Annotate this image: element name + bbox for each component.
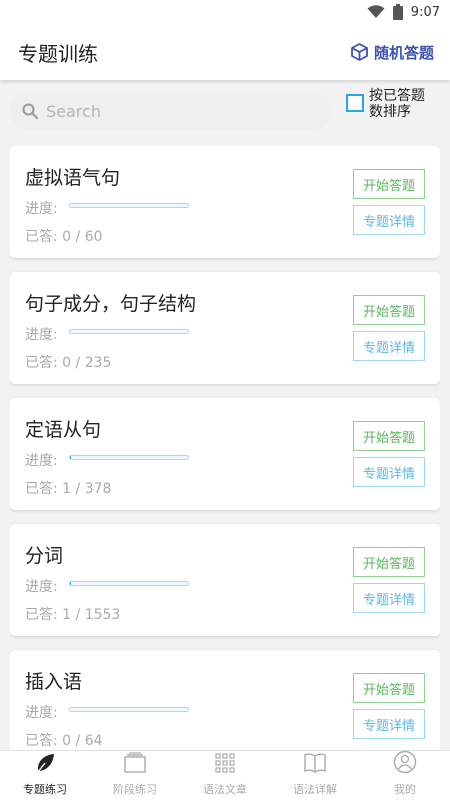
answered-count: 已答: 0 / 60 <box>25 226 103 246</box>
answered-label: 已答: <box>25 481 58 497</box>
topic-card[interactable]: 句子成分，句子结构 进度: 已答: 0 / 235 开始答题 专题详情 <box>10 272 440 384</box>
topic-detail-button[interactable]: 专题详情 <box>353 583 425 613</box>
answered-count: 已答: 1 / 378 <box>25 478 111 498</box>
start-answer-button[interactable]: 开始答题 <box>353 421 425 451</box>
topic-title: 插入语 <box>25 671 83 693</box>
start-answer-button[interactable]: 开始答题 <box>353 295 425 325</box>
progress-bar <box>69 581 189 586</box>
progress-label: 进度: <box>25 453 58 469</box>
bottom-tab-bar: 专题练习 阶段练习 语法文章 语法详解 我的 <box>0 750 450 800</box>
search-input[interactable] <box>46 101 306 121</box>
progress-label: 进度: <box>25 201 58 217</box>
tab-1[interactable]: 阶段练习 <box>90 751 180 800</box>
topic-list: 虚拟语气句 进度: 已答: 0 / 60 开始答题 专题详情 句子成分，句子结构… <box>10 146 440 750</box>
tab-label: 语法文章 <box>203 783 247 796</box>
topic-detail-button[interactable]: 专题详情 <box>353 205 425 235</box>
cube-icon <box>351 43 368 61</box>
start-answer-button[interactable]: 开始答题 <box>353 169 425 199</box>
progress-bar <box>69 455 189 460</box>
answered-value: 1 / 1553 <box>62 607 121 623</box>
status-bar: 9:07 <box>0 0 450 24</box>
topic-card[interactable]: 分词 进度: 已答: 1 / 1553 开始答题 专题详情 <box>10 524 440 636</box>
sort-by-answered-toggle[interactable]: 按已答题数排序 <box>346 88 431 120</box>
tab-4[interactable]: 我的 <box>360 750 450 800</box>
answered-label: 已答: <box>25 607 58 623</box>
sort-checkbox[interactable] <box>346 94 364 112</box>
tab-0[interactable]: 专题练习 <box>0 751 90 800</box>
topic-card[interactable]: 虚拟语气句 进度: 已答: 0 / 60 开始答题 专题详情 <box>10 146 440 258</box>
start-answer-button[interactable]: 开始答题 <box>353 547 425 577</box>
progress-label: 进度: <box>25 705 58 721</box>
answered-value: 0 / 235 <box>62 355 112 371</box>
topic-title: 句子成分，句子结构 <box>25 293 197 315</box>
search-icon <box>22 103 38 119</box>
topic-card[interactable]: 定语从句 进度: 已答: 1 / 378 开始答题 专题详情 <box>10 398 440 510</box>
answered-value: 0 / 64 <box>62 733 103 749</box>
answered-value: 1 / 378 <box>62 481 112 497</box>
answered-value: 0 / 60 <box>62 229 103 245</box>
answered-label: 已答: <box>25 733 58 749</box>
progress-label: 进度: <box>25 579 58 595</box>
battery-icon <box>392 4 403 20</box>
stack-icon <box>123 752 147 778</box>
answered-label: 已答: <box>25 355 58 371</box>
tab-label: 专题练习 <box>23 783 67 796</box>
grid-icon <box>214 752 236 778</box>
tab-label: 阶段练习 <box>113 783 157 796</box>
topic-detail-button[interactable]: 专题详情 <box>353 457 425 487</box>
answered-count: 已答: 0 / 64 <box>25 730 103 750</box>
tab-label: 我的 <box>394 783 416 796</box>
page-title: 专题训练 <box>18 41 98 66</box>
tab-2[interactable]: 语法文章 <box>180 751 270 800</box>
progress-bar <box>69 707 189 712</box>
topic-title: 定语从句 <box>25 419 102 441</box>
random-answer-label: 随机答题 <box>373 43 434 62</box>
tab-3[interactable]: 语法详解 <box>270 751 360 800</box>
wifi-icon <box>367 5 385 18</box>
status-time: 9:07 <box>410 4 440 20</box>
progress-label: 进度: <box>25 327 58 343</box>
topic-card[interactable]: 插入语 进度: 已答: 0 / 64 开始答题 专题详情 <box>10 650 440 750</box>
toolbar-row: 按已答题数排序 <box>0 84 450 140</box>
user-icon <box>393 750 417 778</box>
search-bar[interactable] <box>10 92 332 130</box>
topic-title: 分词 <box>25 545 64 567</box>
topic-detail-button[interactable]: 专题详情 <box>353 709 425 739</box>
start-answer-button[interactable]: 开始答题 <box>353 673 425 703</box>
answered-count: 已答: 0 / 235 <box>25 352 111 372</box>
sort-label: 按已答题数排序 <box>369 88 425 120</box>
progress-bar <box>69 203 189 208</box>
topic-title: 虚拟语气句 <box>25 167 121 189</box>
progress-bar <box>69 329 189 334</box>
answered-label: 已答: <box>25 229 58 245</box>
topic-detail-button[interactable]: 专题详情 <box>353 331 425 361</box>
random-answer-button[interactable]: 随机答题 <box>351 42 434 63</box>
tab-label: 语法详解 <box>293 783 337 796</box>
answered-count: 已答: 1 / 1553 <box>25 604 120 624</box>
book-icon <box>303 752 327 778</box>
app-bar: 专题训练 随机答题 <box>0 24 450 80</box>
leaf-icon <box>34 752 56 778</box>
